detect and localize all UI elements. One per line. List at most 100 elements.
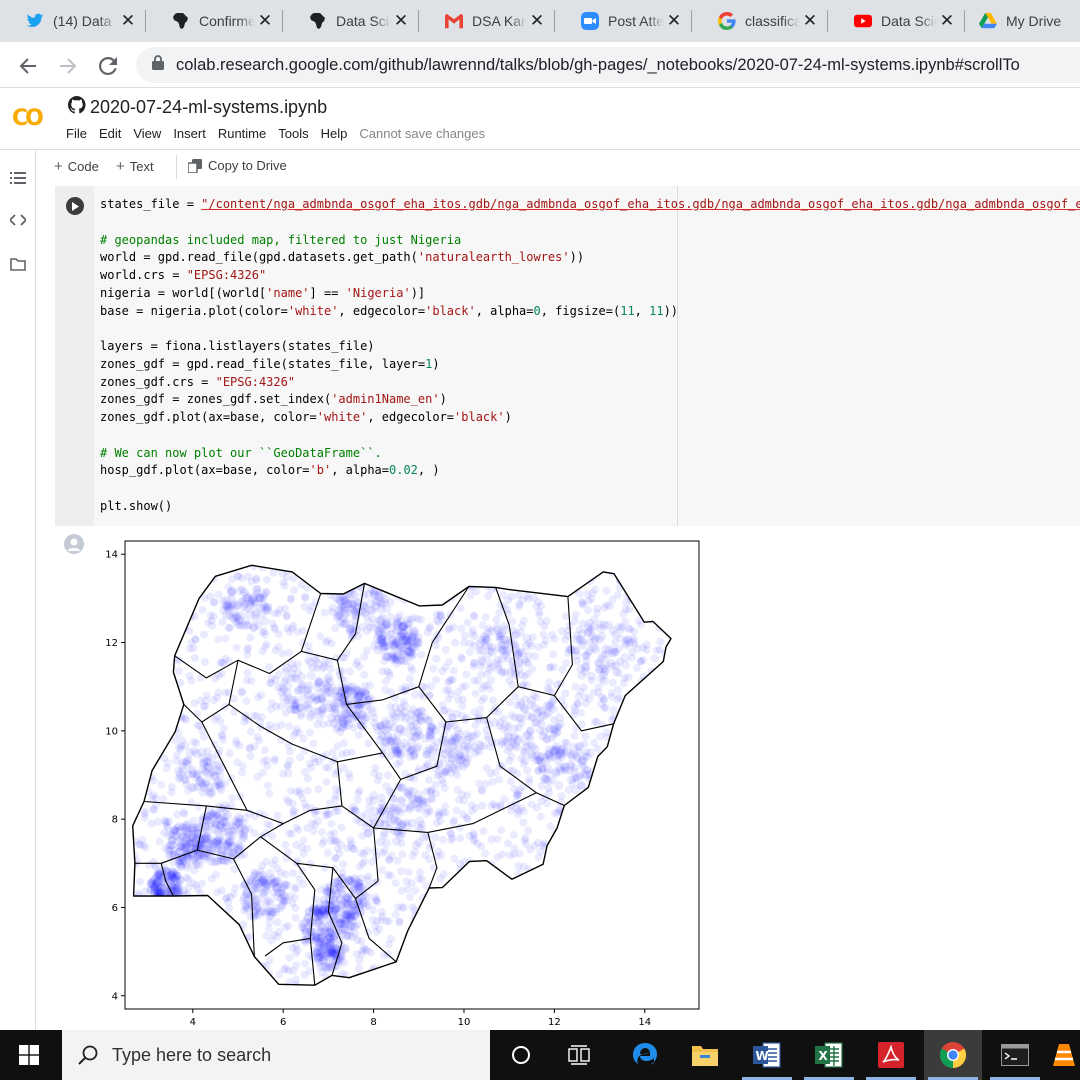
browser-tab[interactable]: classification ✕ xyxy=(692,0,828,42)
add-text-button[interactable]: + Text xyxy=(116,158,154,175)
scatter-point xyxy=(593,744,602,753)
notebook-title[interactable]: 2020-07-24-ml-systems.ipynb xyxy=(90,97,327,118)
close-icon[interactable]: ✕ xyxy=(255,11,275,31)
scatter-point xyxy=(301,799,309,808)
table-of-contents-icon[interactable] xyxy=(8,168,28,188)
cortana-icon[interactable] xyxy=(492,1030,550,1080)
scatter-point xyxy=(284,922,293,930)
scatter-point xyxy=(535,713,545,723)
scatter-point xyxy=(546,822,555,831)
address-bar[interactable]: colab.research.google.com/github/lawrenn… xyxy=(136,47,1080,83)
files-icon[interactable] xyxy=(8,254,28,274)
scatter-point xyxy=(300,768,309,776)
scatter-point xyxy=(354,731,363,739)
acrobat-icon[interactable] xyxy=(862,1030,920,1080)
close-icon[interactable]: ✕ xyxy=(937,11,957,31)
menu-file[interactable]: File xyxy=(66,126,87,141)
reload-icon[interactable] xyxy=(92,50,124,82)
scatter-point xyxy=(139,841,148,850)
code-line: states_file = "/content/nga_admbnda_osgo… xyxy=(100,197,1080,211)
copy-to-drive-button[interactable]: Copy to Drive xyxy=(188,158,287,173)
browser-tab[interactable]: Post Attendee ✕ xyxy=(555,0,692,42)
scatter-point xyxy=(558,627,567,635)
close-icon[interactable]: ✕ xyxy=(527,11,547,31)
vlc-icon[interactable] xyxy=(1048,1030,1080,1080)
scatter-point xyxy=(507,711,516,720)
scatter-point xyxy=(374,592,384,602)
colab-logo[interactable]: CO xyxy=(12,106,44,131)
scatter-point xyxy=(593,604,602,613)
scatter-point xyxy=(363,846,372,855)
scatter-point xyxy=(240,588,249,598)
scatter-point xyxy=(469,659,478,668)
scatter-point xyxy=(355,662,364,671)
code-editor[interactable]: states_file = "/content/nga_admbnda_osgo… xyxy=(100,196,1080,516)
browser-tab[interactable]: Data Science ✕ xyxy=(828,0,965,42)
forward-icon[interactable] xyxy=(52,50,84,82)
scatter-point xyxy=(149,857,158,866)
scatter-point xyxy=(284,798,293,807)
scatter-point xyxy=(571,706,580,715)
tab-title: My Drive xyxy=(1006,13,1062,29)
scatter-point xyxy=(237,597,247,607)
scatter-point xyxy=(449,818,457,827)
close-icon[interactable]: ✕ xyxy=(391,11,411,31)
windows-start-icon[interactable] xyxy=(0,1030,58,1080)
code-snippets-icon[interactable] xyxy=(8,210,28,230)
scatter-point xyxy=(265,720,274,729)
scatter-point xyxy=(376,837,386,847)
scatter-point xyxy=(396,758,405,767)
add-code-button[interactable]: + Code xyxy=(54,158,99,175)
scatter-point xyxy=(301,959,310,968)
edge-icon[interactable] xyxy=(616,1030,674,1080)
back-icon[interactable] xyxy=(12,50,44,82)
chrome-icon[interactable] xyxy=(924,1030,982,1080)
menu-view[interactable]: View xyxy=(133,126,161,141)
scatter-point xyxy=(421,851,430,860)
scatter-point xyxy=(549,650,558,659)
scatter-point xyxy=(456,834,465,843)
scatter-point xyxy=(447,690,456,699)
close-icon[interactable]: ✕ xyxy=(664,11,684,31)
browser-tab[interactable]: DSA Kano ✕ xyxy=(419,0,555,42)
menu-edit[interactable]: Edit xyxy=(99,126,121,141)
scatter-point xyxy=(175,667,184,676)
excel-icon[interactable]: X xyxy=(800,1030,858,1080)
menu-tools[interactable]: Tools xyxy=(278,126,308,141)
taskbar-search-box[interactable]: Type here to search xyxy=(62,1030,490,1080)
scatter-point xyxy=(149,776,158,785)
code-cell[interactable]: states_file = "/content/nga_admbnda_osgo… xyxy=(55,186,1080,526)
scatter-point xyxy=(507,592,516,601)
browser-tab[interactable]: Data Science ✕ xyxy=(283,0,419,42)
scatter-point xyxy=(503,745,513,755)
scatter-point xyxy=(626,625,635,634)
menu-insert[interactable]: Insert xyxy=(173,126,206,141)
close-icon[interactable]: ✕ xyxy=(118,11,138,31)
scatter-point xyxy=(335,611,345,620)
browser-tab[interactable]: My Drive xyxy=(965,0,1080,42)
scatter-point xyxy=(283,681,293,691)
scatter-point xyxy=(306,860,315,868)
africa-map-icon xyxy=(309,12,327,30)
close-icon[interactable]: ✕ xyxy=(800,11,820,31)
scatter-point xyxy=(398,850,407,859)
scatter-point xyxy=(315,911,325,921)
run-cell-button[interactable] xyxy=(66,197,84,215)
file-explorer-icon[interactable] xyxy=(676,1030,734,1080)
scatter-point xyxy=(570,731,579,740)
terminal-icon[interactable] xyxy=(986,1030,1044,1080)
scatter-point xyxy=(408,851,417,860)
browser-tab[interactable]: (14) Data ✕ xyxy=(0,0,146,42)
scatter-point xyxy=(190,699,199,708)
scatter-point xyxy=(324,703,334,713)
scatter-point xyxy=(174,822,184,831)
scatter-point xyxy=(243,645,252,654)
scatter-point xyxy=(196,835,206,845)
scatter-point xyxy=(444,625,453,634)
scatter-point xyxy=(238,768,247,777)
task-view-icon[interactable] xyxy=(550,1030,608,1080)
browser-tab[interactable]: Confirmed ✕ xyxy=(146,0,283,42)
word-icon[interactable]: W xyxy=(738,1030,796,1080)
menu-help[interactable]: Help xyxy=(321,126,348,141)
menu-runtime[interactable]: Runtime xyxy=(218,126,266,141)
